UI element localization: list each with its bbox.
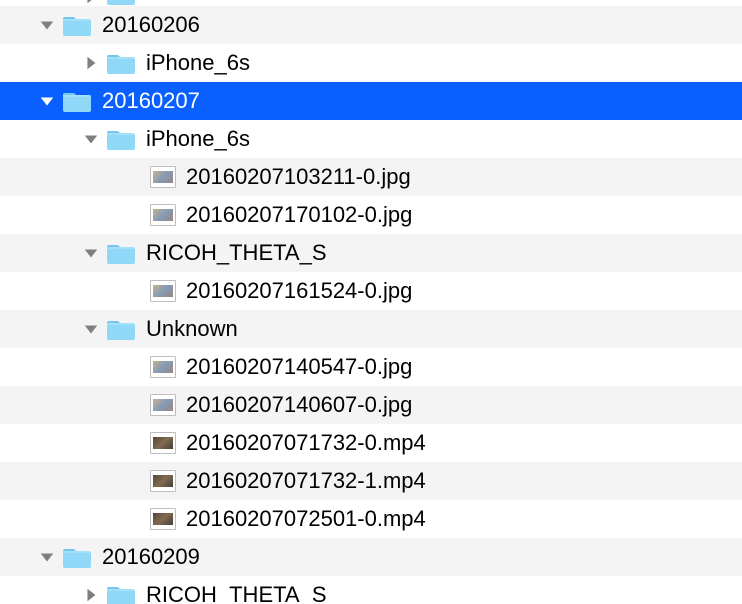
chevron-down-icon[interactable] — [38, 16, 56, 34]
indent — [0, 5, 82, 6]
tree-folder-row[interactable]: iPhone_6s — [0, 120, 742, 158]
image-thumbnail-icon — [150, 280, 176, 302]
tree-item-label: RICOH_THETA_S — [146, 234, 327, 272]
indent — [0, 25, 38, 26]
video-thumbnail-icon — [150, 508, 176, 530]
tree-item-label: iPhone_6s — [146, 120, 250, 158]
tree-item-label: RICOH_THETA_S — [146, 576, 327, 604]
indent — [0, 557, 38, 558]
tree-file-row[interactable]: 20160207140607-0.jpg — [0, 386, 742, 424]
tree-item-label: 20160209 — [102, 538, 200, 576]
folder-icon — [62, 13, 92, 37]
folder-icon — [106, 317, 136, 341]
chevron-down-icon[interactable] — [38, 548, 56, 566]
indent — [0, 215, 126, 216]
tree-folder-row[interactable]: Unknown — [0, 310, 742, 348]
indent — [0, 367, 126, 368]
tree-folder-row[interactable]: RICOH_THETA_S — [0, 576, 742, 604]
chevron-down-icon[interactable] — [38, 92, 56, 110]
tree-item-label: 20160207072501-0.mp4 — [186, 500, 426, 538]
tree-item-label: 20160206 — [102, 6, 200, 44]
chevron-down-icon[interactable] — [82, 244, 100, 262]
indent — [0, 329, 82, 330]
tree-folder-row[interactable]: 20160206 — [0, 6, 742, 44]
folder-icon — [106, 51, 136, 75]
chevron-down-icon[interactable] — [82, 130, 100, 148]
indent — [0, 405, 126, 406]
tree-file-row[interactable]: 20160207170102-0.jpg — [0, 196, 742, 234]
tree-item-label: 20160207161524-0.jpg — [186, 272, 412, 310]
tree-folder-row[interactable]: 20160207 — [0, 82, 742, 120]
tree-folder-row[interactable]: 20160209 — [0, 538, 742, 576]
indent — [0, 253, 82, 254]
tree-folder-row[interactable]: RICOH_THETA_S — [0, 234, 742, 272]
tree-item-label: iPhone_6s — [146, 44, 250, 82]
folder-icon — [106, 241, 136, 265]
chevron-right-icon[interactable] — [82, 0, 100, 6]
tree-folder-row[interactable]: iPhone_6s — [0, 44, 742, 82]
image-thumbnail-icon — [150, 166, 176, 188]
folder-icon — [106, 127, 136, 151]
indent — [0, 291, 126, 292]
chevron-down-icon[interactable] — [82, 320, 100, 338]
video-thumbnail-icon — [150, 470, 176, 492]
chevron-right-icon[interactable] — [82, 586, 100, 604]
indent — [0, 63, 82, 64]
chevron-right-icon[interactable] — [82, 54, 100, 72]
tree-file-row[interactable]: 20160207071732-1.mp4 — [0, 462, 742, 500]
tree-file-row[interactable]: 20160207161524-0.jpg — [0, 272, 742, 310]
tree-item-label: 20160207140547-0.jpg — [186, 348, 412, 386]
file-tree[interactable]: iPhone_6s 20160206 iPhone_6s 20160207 iP… — [0, 0, 742, 572]
tree-item-label: 20160207140607-0.jpg — [186, 386, 412, 424]
tree-item-label: 20160207103211-0.jpg — [186, 158, 411, 196]
image-thumbnail-icon — [150, 204, 176, 226]
tree-item-label: 20160207170102-0.jpg — [186, 196, 412, 234]
tree-file-row[interactable]: 20160207140547-0.jpg — [0, 348, 742, 386]
indent — [0, 481, 126, 482]
image-thumbnail-icon — [150, 356, 176, 378]
tree-file-row[interactable]: 20160207071732-0.mp4 — [0, 424, 742, 462]
folder-icon — [62, 89, 92, 113]
tree-item-label: Unknown — [146, 310, 238, 348]
indent — [0, 139, 82, 140]
tree-file-row[interactable]: 20160207072501-0.mp4 — [0, 500, 742, 538]
indent — [0, 519, 126, 520]
tree-item-label: 20160207071732-1.mp4 — [186, 462, 426, 500]
indent — [0, 443, 126, 444]
tree-file-row[interactable]: 20160207103211-0.jpg — [0, 158, 742, 196]
indent — [0, 101, 38, 102]
folder-icon — [62, 545, 92, 569]
folder-icon — [106, 583, 136, 604]
indent — [0, 595, 82, 596]
indent — [0, 177, 126, 178]
tree-item-label: 20160207 — [102, 82, 200, 120]
video-thumbnail-icon — [150, 432, 176, 454]
tree-item-label: 20160207071732-0.mp4 — [186, 424, 426, 462]
image-thumbnail-icon — [150, 394, 176, 416]
